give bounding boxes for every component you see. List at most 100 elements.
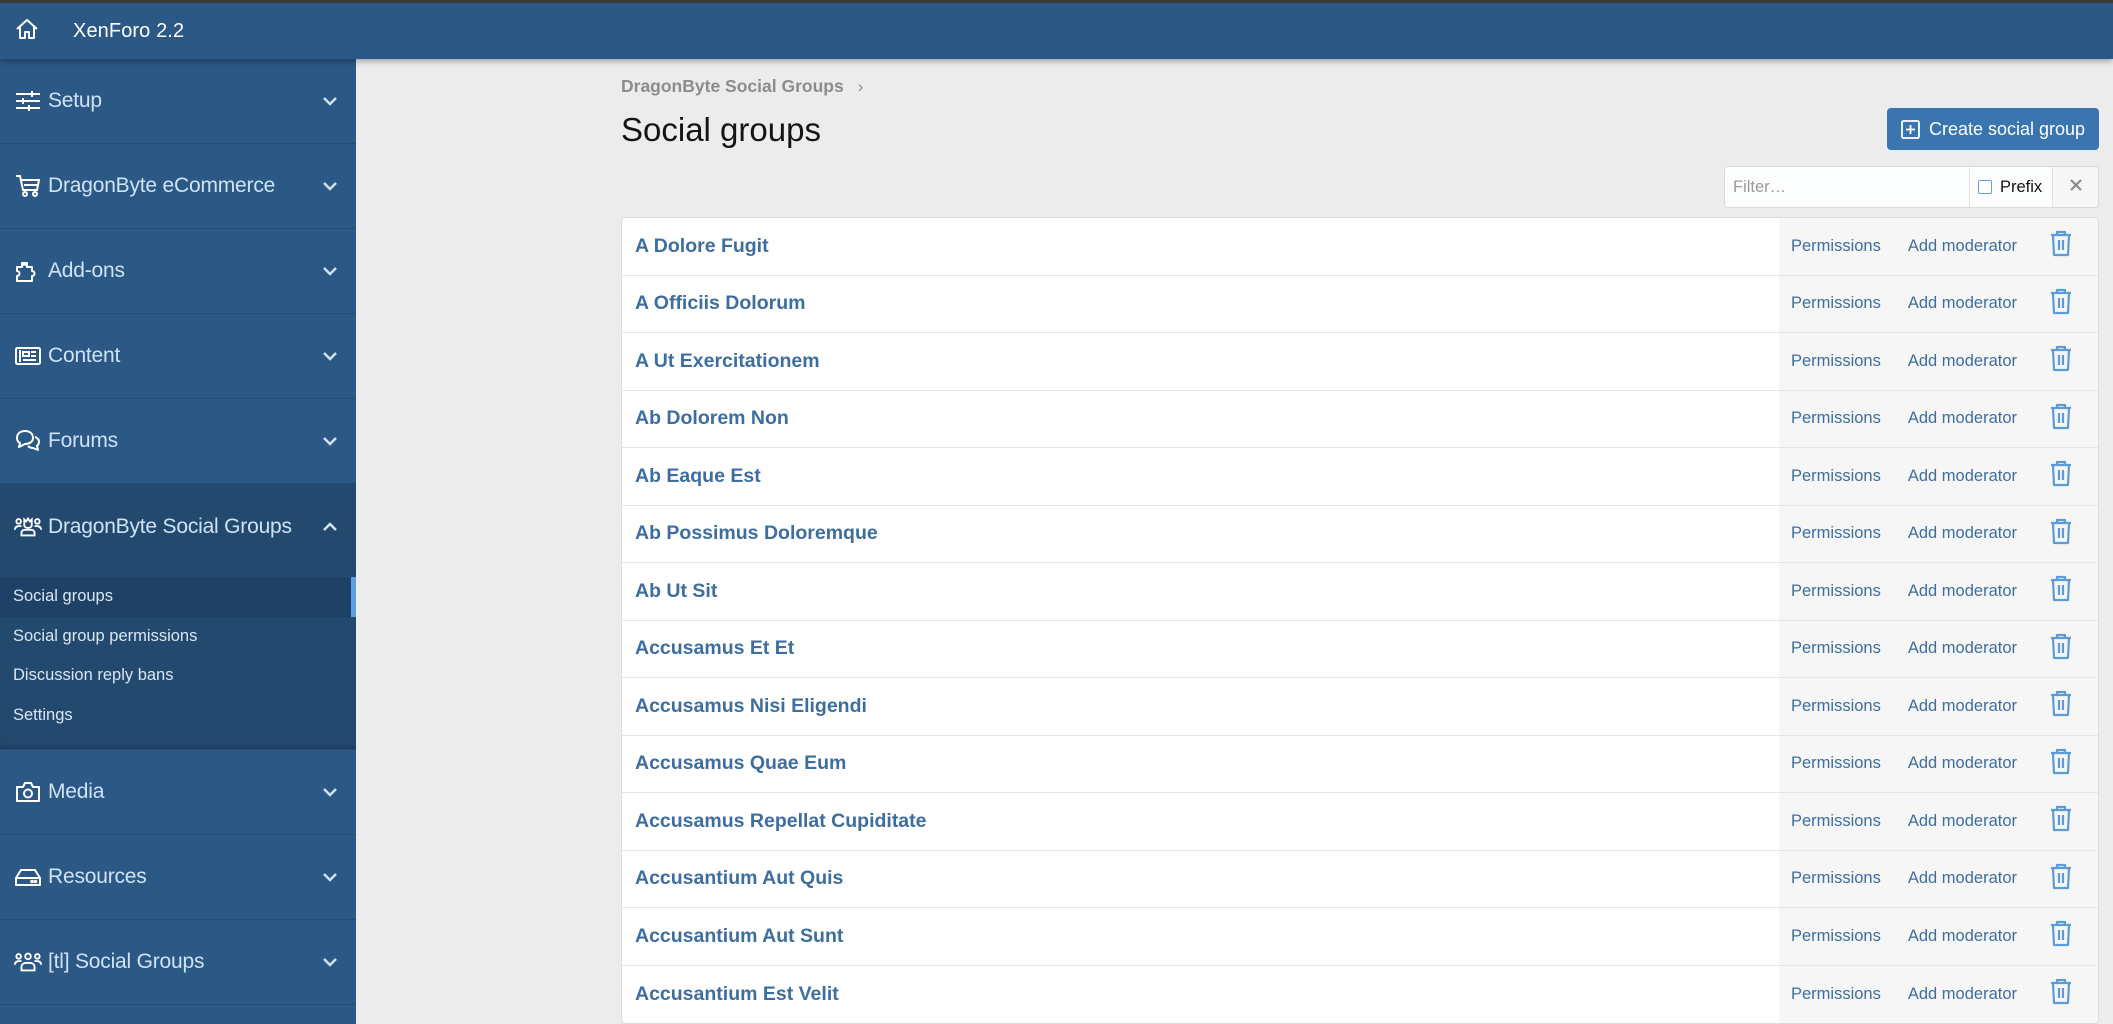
add-moderator-link[interactable]: Add moderator bbox=[1908, 812, 2017, 831]
add-moderator-link[interactable]: Add moderator bbox=[1908, 409, 2017, 428]
permissions-link[interactable]: Permissions bbox=[1791, 927, 1881, 946]
group-name-link[interactable]: A Ut Exercitationem bbox=[622, 333, 1779, 390]
group-name-link[interactable]: Accusamus Repellat Cupiditate bbox=[622, 793, 1779, 850]
clear-filter-button[interactable] bbox=[2053, 167, 2098, 207]
sidebar-item-settings[interactable]: Settings bbox=[0, 696, 356, 736]
add-moderator-link[interactable]: Add moderator bbox=[1908, 869, 2017, 888]
permissions-link[interactable]: Permissions bbox=[1791, 639, 1881, 658]
create-social-group-button[interactable]: Create social group bbox=[1887, 108, 2099, 150]
group-name-link[interactable]: Ab Dolorem Non bbox=[622, 391, 1779, 448]
delete-button[interactable] bbox=[2048, 231, 2074, 261]
sidebar-item-social-group-permissions[interactable]: Social group permissions bbox=[0, 617, 356, 657]
permissions-link[interactable]: Permissions bbox=[1791, 754, 1881, 773]
permissions-link[interactable]: Permissions bbox=[1791, 467, 1881, 486]
sidebar-item-social-groups[interactable]: Social groups bbox=[0, 577, 356, 617]
group-name-link[interactable]: Accusamus Quae Eum bbox=[622, 736, 1779, 793]
add-moderator-link[interactable]: Add moderator bbox=[1908, 639, 2017, 658]
sidebar-section-add-ons[interactable]: Add-ons bbox=[0, 229, 356, 314]
row-actions: Permissions Add moderator bbox=[1779, 793, 2098, 850]
sidebar-section-media[interactable]: Media bbox=[0, 750, 356, 835]
trash-icon bbox=[2050, 288, 2072, 320]
breadcrumb-link[interactable]: DragonByte Social Groups bbox=[621, 76, 844, 97]
app-title[interactable]: XenForo 2.2 bbox=[73, 20, 184, 43]
checkbox-box[interactable] bbox=[1978, 180, 1992, 194]
sidebar-section-dragonbyte-ecommerce[interactable]: DragonByte eCommerce bbox=[0, 144, 356, 229]
delete-button[interactable] bbox=[2048, 576, 2074, 606]
delete-button[interactable] bbox=[2048, 346, 2074, 376]
breadcrumb: DragonByte Social Groups › bbox=[621, 76, 863, 97]
group-name-link[interactable]: A Officiis Dolorum bbox=[622, 276, 1779, 333]
table-row: Ab Possimus Doloremque Permissions Add mod… bbox=[622, 505, 2098, 563]
trash-icon bbox=[2050, 460, 2072, 492]
add-moderator-link[interactable]: Add moderator bbox=[1908, 352, 2017, 371]
trash-icon bbox=[2050, 518, 2072, 550]
delete-button[interactable] bbox=[2048, 863, 2074, 894]
permissions-link[interactable]: Permissions bbox=[1791, 524, 1881, 543]
sidebar-section-forums[interactable]: Forums bbox=[0, 399, 356, 484]
home-icon bbox=[15, 18, 39, 45]
users-crown-icon bbox=[14, 514, 42, 540]
delete-button[interactable] bbox=[2048, 806, 2074, 836]
group-name-link[interactable]: Accusantium Est Velit bbox=[622, 966, 1779, 1024]
group-name-link[interactable]: Accusamus Nisi Eligendi bbox=[622, 678, 1779, 735]
permissions-link[interactable]: Permissions bbox=[1791, 294, 1881, 313]
sidebar-section-content[interactable]: Content bbox=[0, 314, 356, 399]
filter-input[interactable] bbox=[1725, 167, 1970, 207]
sidebar-section-resources[interactable]: Resources bbox=[0, 835, 356, 920]
permissions-link[interactable]: Permissions bbox=[1791, 352, 1881, 371]
plus-square-icon bbox=[1901, 119, 1921, 139]
group-name-link[interactable]: Ab Eaque Est bbox=[622, 448, 1779, 505]
permissions-link[interactable]: Permissions bbox=[1791, 812, 1881, 831]
sidebar-section-label: Resources bbox=[48, 865, 147, 888]
puzzle-icon bbox=[14, 258, 42, 284]
sidebar-section-tl-social-groups[interactable]: [tl] Social Groups bbox=[0, 920, 356, 1005]
permissions-link[interactable]: Permissions bbox=[1791, 697, 1881, 716]
delete-button[interactable] bbox=[2048, 518, 2074, 550]
group-name-link[interactable]: Accusantium Aut Sunt bbox=[622, 908, 1779, 965]
add-moderator-link[interactable]: Add moderator bbox=[1908, 985, 2017, 1004]
add-moderator-link[interactable]: Add moderator bbox=[1908, 927, 2017, 946]
trash-icon bbox=[2050, 978, 2072, 1010]
group-name-link[interactable]: Accusantium Aut Quis bbox=[622, 851, 1779, 908]
permissions-link[interactable]: Permissions bbox=[1791, 237, 1881, 256]
prefix-checkbox[interactable]: Prefix bbox=[1970, 167, 2053, 207]
add-moderator-link[interactable]: Add moderator bbox=[1908, 754, 2017, 773]
delete-button[interactable] bbox=[2048, 748, 2074, 779]
table-row: Ab Dolorem Non Permissions Add moderator bbox=[622, 390, 2098, 448]
add-moderator-link[interactable]: Add moderator bbox=[1908, 582, 2017, 601]
sidebar-section-label: Forums bbox=[48, 429, 118, 452]
delete-button[interactable] bbox=[2048, 633, 2074, 664]
permissions-link[interactable]: Permissions bbox=[1791, 869, 1881, 888]
trash-icon bbox=[2050, 403, 2072, 435]
row-actions: Permissions Add moderator bbox=[1779, 563, 2098, 620]
delete-button[interactable] bbox=[2048, 288, 2074, 320]
sidebar-section-setup[interactable]: Setup bbox=[0, 59, 356, 144]
comments-icon bbox=[14, 428, 42, 454]
permissions-link[interactable]: Permissions bbox=[1791, 409, 1881, 428]
chevron-down-icon bbox=[320, 261, 340, 281]
group-name-link[interactable]: Accusamus Et Et bbox=[622, 621, 1779, 678]
delete-button[interactable] bbox=[2048, 691, 2074, 721]
delete-button[interactable] bbox=[2048, 979, 2074, 1009]
delete-button[interactable] bbox=[2048, 921, 2074, 951]
add-moderator-link[interactable]: Add moderator bbox=[1908, 697, 2017, 716]
add-moderator-link[interactable]: Add moderator bbox=[1908, 294, 2017, 313]
group-name-link[interactable]: Ab Possimus Doloremque bbox=[622, 506, 1779, 563]
home-button[interactable] bbox=[0, 3, 54, 59]
delete-button[interactable] bbox=[2048, 461, 2074, 491]
permissions-link[interactable]: Permissions bbox=[1791, 582, 1881, 601]
permissions-link[interactable]: Permissions bbox=[1791, 985, 1881, 1004]
add-moderator-link[interactable]: Add moderator bbox=[1908, 237, 2017, 256]
sidebar-section-dragonbyte-social-groups[interactable]: DragonByte Social Groups bbox=[0, 484, 356, 569]
delete-button[interactable] bbox=[2048, 403, 2074, 435]
group-name-link[interactable]: A Dolore Fugit bbox=[622, 218, 1779, 275]
sidebar-section-label: DragonByte Social Groups bbox=[48, 514, 292, 538]
add-moderator-link[interactable]: Add moderator bbox=[1908, 467, 2017, 486]
sidebar-section-label: Add-ons bbox=[48, 259, 125, 282]
chevron-down-icon bbox=[320, 346, 340, 366]
add-moderator-link[interactable]: Add moderator bbox=[1908, 524, 2017, 543]
group-name-link[interactable]: Ab Ut Sit bbox=[622, 563, 1779, 620]
sidebar-section-label: Media bbox=[48, 780, 105, 803]
sidebar-item-discussion-reply-bans[interactable]: Discussion reply bans bbox=[0, 656, 356, 696]
row-actions: Permissions Add moderator bbox=[1779, 735, 2098, 792]
